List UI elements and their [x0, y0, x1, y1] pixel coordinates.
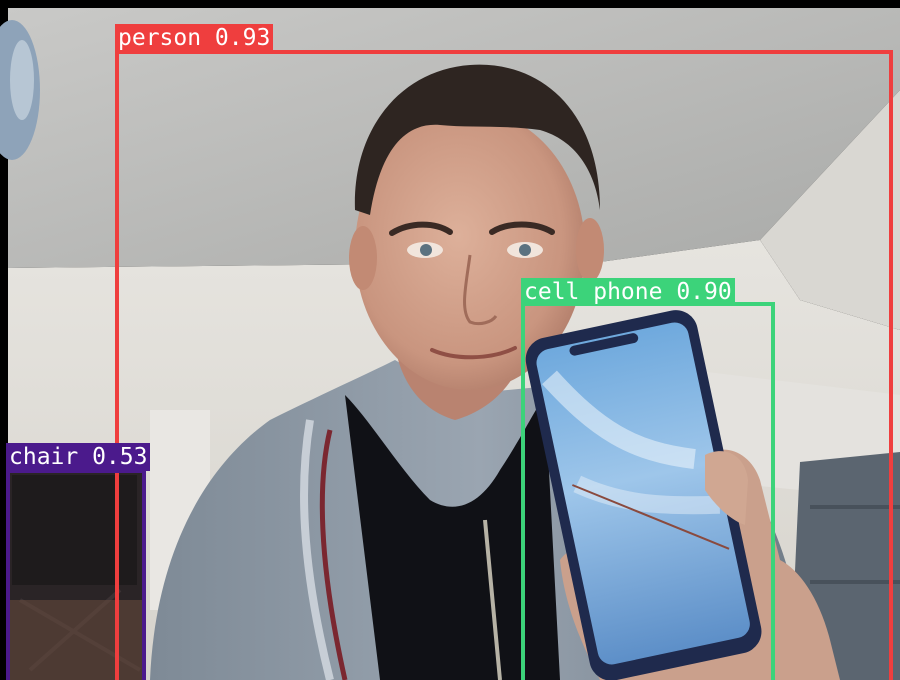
detection-image: person 0.93 chair 0.53 cell phone 0.90: [0, 0, 900, 680]
cell-phone-detection-label: cell phone 0.90: [521, 278, 735, 306]
person-detection-label: person 0.93: [115, 24, 274, 52]
person-detection-box: [115, 50, 893, 680]
cell-phone-detection-box: [521, 302, 775, 680]
chair-detection-box: [6, 469, 146, 680]
chair-detection-label: chair 0.53: [6, 443, 151, 471]
